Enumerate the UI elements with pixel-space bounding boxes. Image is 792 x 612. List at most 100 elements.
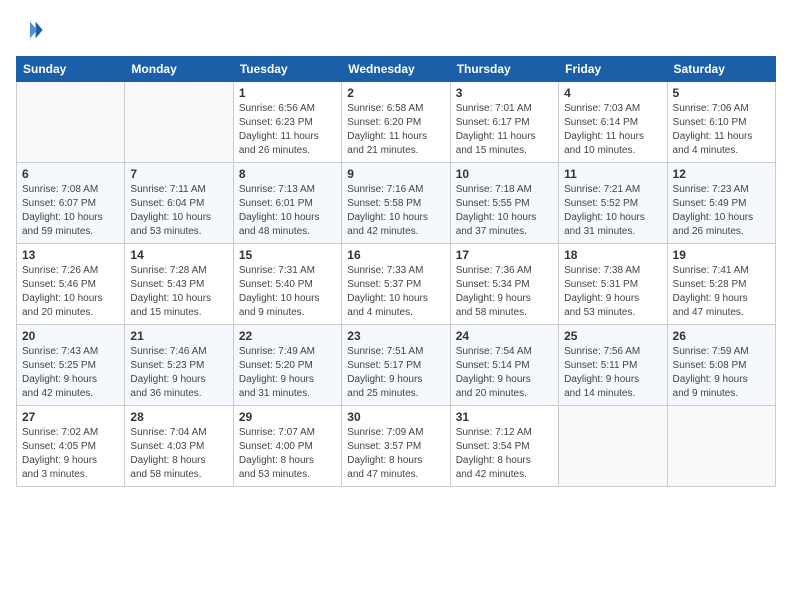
calendar-cell: 26 Sunrise: 7:59 AM Sunset: 5:08 PM Dayli…: [667, 325, 775, 406]
calendar-cell: 30 Sunrise: 7:09 AM Sunset: 3:57 PM Dayli…: [342, 406, 450, 487]
day-number: 17: [456, 248, 553, 262]
calendar-cell: 1 Sunrise: 6:56 AM Sunset: 6:23 PM Daylig…: [233, 82, 341, 163]
day-info: Sunrise: 7:04 AM Sunset: 4:03 PM Dayligh…: [130, 426, 227, 482]
day-info: Sunrise: 7:49 AM Sunset: 5:20 PM Dayligh…: [239, 345, 336, 401]
day-info: Sunrise: 7:51 AM Sunset: 5:17 PM Dayligh…: [347, 345, 444, 401]
calendar-cell: [559, 406, 667, 487]
weekday-header: Monday: [125, 57, 233, 82]
calendar-cell: 25 Sunrise: 7:56 AM Sunset: 5:11 PM Dayli…: [559, 325, 667, 406]
calendar-cell: 14Sunrise: 7:28 AM Sunset: 5:43 PM Dayli…: [125, 244, 233, 325]
calendar-cell: 13 Sunrise: 7:26 AM Sunset: 5:46 PM Dayli…: [17, 244, 125, 325]
day-number: 6: [22, 167, 119, 181]
calendar-cell: 9Sunrise: 7:16 AM Sunset: 5:58 PM Daylig…: [342, 163, 450, 244]
day-number: 31: [456, 410, 553, 424]
day-number: 10: [456, 167, 553, 181]
day-number: 4: [564, 86, 661, 100]
weekday-header: Thursday: [450, 57, 558, 82]
day-info: Sunrise: 7:18 AM Sunset: 5:55 PM Dayligh…: [456, 183, 553, 239]
calendar-cell: 24Sunrise: 7:54 AM Sunset: 5:14 PM Dayli…: [450, 325, 558, 406]
day-info: Sunrise: 7:38 AM Sunset: 5:31 PM Dayligh…: [564, 264, 661, 320]
day-info: Sunrise: 7:11 AM Sunset: 6:04 PM Dayligh…: [130, 183, 227, 239]
day-number: 8: [239, 167, 336, 181]
day-info: Sunrise: 7:28 AM Sunset: 5:43 PM Dayligh…: [130, 264, 227, 320]
calendar-cell: [125, 82, 233, 163]
calendar-table: SundayMondayTuesdayWednesdayThursdayFrid…: [16, 56, 776, 487]
calendar-week-row: 27 Sunrise: 7:02 AM Sunset: 4:05 PM Dayli…: [17, 406, 776, 487]
day-info: Sunrise: 7:13 AM Sunset: 6:01 PM Dayligh…: [239, 183, 336, 239]
calendar-cell: 28 Sunrise: 7:04 AM Sunset: 4:03 PM Dayli…: [125, 406, 233, 487]
weekday-header: Sunday: [17, 57, 125, 82]
day-info: Sunrise: 7:21 AM Sunset: 5:52 PM Dayligh…: [564, 183, 661, 239]
logo: [16, 16, 48, 44]
day-number: 13: [22, 248, 119, 262]
calendar-cell: 4 Sunrise: 7:03 AM Sunset: 6:14 PM Daylig…: [559, 82, 667, 163]
calendar-cell: 10 Sunrise: 7:18 AM Sunset: 5:55 PM Dayli…: [450, 163, 558, 244]
day-number: 16: [347, 248, 444, 262]
calendar-cell: 17 Sunrise: 7:36 AM Sunset: 5:34 PM Dayli…: [450, 244, 558, 325]
day-info: Sunrise: 7:54 AM Sunset: 5:14 PM Dayligh…: [456, 345, 553, 401]
calendar-cell: 18 Sunrise: 7:38 AM Sunset: 5:31 PM Dayli…: [559, 244, 667, 325]
calendar-cell: 19Sunrise: 7:41 AM Sunset: 5:28 PM Dayli…: [667, 244, 775, 325]
calendar-week-row: 6 Sunrise: 7:08 AM Sunset: 6:07 PM Daylig…: [17, 163, 776, 244]
day-number: 23: [347, 329, 444, 343]
calendar-cell: 20 Sunrise: 7:43 AM Sunset: 5:25 PM Dayli…: [17, 325, 125, 406]
day-number: 21: [130, 329, 227, 343]
day-number: 27: [22, 410, 119, 424]
day-info: Sunrise: 7:59 AM Sunset: 5:08 PM Dayligh…: [673, 345, 770, 401]
day-info: Sunrise: 7:09 AM Sunset: 3:57 PM Dayligh…: [347, 426, 444, 482]
day-number: 22: [239, 329, 336, 343]
day-number: 2: [347, 86, 444, 100]
day-number: 25: [564, 329, 661, 343]
day-number: 26: [673, 329, 770, 343]
calendar-cell: 7 Sunrise: 7:11 AM Sunset: 6:04 PM Daylig…: [125, 163, 233, 244]
day-info: Sunrise: 7:36 AM Sunset: 5:34 PM Dayligh…: [456, 264, 553, 320]
day-info: Sunrise: 6:58 AM Sunset: 6:20 PM Dayligh…: [347, 102, 444, 158]
day-number: 11: [564, 167, 661, 181]
day-info: Sunrise: 7:01 AM Sunset: 6:17 PM Dayligh…: [456, 102, 553, 158]
day-info: Sunrise: 7:08 AM Sunset: 6:07 PM Dayligh…: [22, 183, 119, 239]
day-info: Sunrise: 7:02 AM Sunset: 4:05 PM Dayligh…: [22, 426, 119, 482]
day-info: Sunrise: 7:41 AM Sunset: 5:28 PM Dayligh…: [673, 264, 770, 320]
day-info: Sunrise: 7:03 AM Sunset: 6:14 PM Dayligh…: [564, 102, 661, 158]
calendar-cell: 27 Sunrise: 7:02 AM Sunset: 4:05 PM Dayli…: [17, 406, 125, 487]
weekday-header: Tuesday: [233, 57, 341, 82]
day-number: 30: [347, 410, 444, 424]
day-info: Sunrise: 7:07 AM Sunset: 4:00 PM Dayligh…: [239, 426, 336, 482]
calendar-cell: 2 Sunrise: 6:58 AM Sunset: 6:20 PM Daylig…: [342, 82, 450, 163]
day-number: 9: [347, 167, 444, 181]
calendar-header-row: SundayMondayTuesdayWednesdayThursdayFrid…: [17, 57, 776, 82]
day-info: Sunrise: 7:56 AM Sunset: 5:11 PM Dayligh…: [564, 345, 661, 401]
day-number: 28: [130, 410, 227, 424]
day-number: 7: [130, 167, 227, 181]
day-number: 29: [239, 410, 336, 424]
calendar-cell: 21 Sunrise: 7:46 AM Sunset: 5:23 PM Dayli…: [125, 325, 233, 406]
calendar-cell: 22 Sunrise: 7:49 AM Sunset: 5:20 PM Dayli…: [233, 325, 341, 406]
day-number: 20: [22, 329, 119, 343]
calendar-cell: 11 Sunrise: 7:21 AM Sunset: 5:52 PM Dayli…: [559, 163, 667, 244]
calendar-cell: 6 Sunrise: 7:08 AM Sunset: 6:07 PM Daylig…: [17, 163, 125, 244]
calendar-cell: 3 Sunrise: 7:01 AM Sunset: 6:17 PM Daylig…: [450, 82, 558, 163]
day-info: Sunrise: 7:12 AM Sunset: 3:54 PM Dayligh…: [456, 426, 553, 482]
day-info: Sunrise: 6:56 AM Sunset: 6:23 PM Dayligh…: [239, 102, 336, 158]
day-number: 12: [673, 167, 770, 181]
day-number: 15: [239, 248, 336, 262]
calendar-week-row: 20 Sunrise: 7:43 AM Sunset: 5:25 PM Dayli…: [17, 325, 776, 406]
calendar-cell: [667, 406, 775, 487]
day-number: 18: [564, 248, 661, 262]
day-info: Sunrise: 7:43 AM Sunset: 5:25 PM Dayligh…: [22, 345, 119, 401]
logo-icon: [16, 16, 44, 44]
day-number: 3: [456, 86, 553, 100]
day-number: 1: [239, 86, 336, 100]
calendar-cell: 12Sunrise: 7:23 AM Sunset: 5:49 PM Dayli…: [667, 163, 775, 244]
calendar-cell: [17, 82, 125, 163]
day-info: Sunrise: 7:33 AM Sunset: 5:37 PM Dayligh…: [347, 264, 444, 320]
day-info: Sunrise: 7:26 AM Sunset: 5:46 PM Dayligh…: [22, 264, 119, 320]
calendar-cell: 31 Sunrise: 7:12 AM Sunset: 3:54 PM Dayli…: [450, 406, 558, 487]
day-info: Sunrise: 7:46 AM Sunset: 5:23 PM Dayligh…: [130, 345, 227, 401]
calendar-cell: 8 Sunrise: 7:13 AM Sunset: 6:01 PM Daylig…: [233, 163, 341, 244]
day-info: Sunrise: 7:06 AM Sunset: 6:10 PM Dayligh…: [673, 102, 770, 158]
calendar-cell: 15Sunrise: 7:31 AM Sunset: 5:40 PM Dayli…: [233, 244, 341, 325]
calendar-cell: 23 Sunrise: 7:51 AM Sunset: 5:17 PM Dayli…: [342, 325, 450, 406]
page-header: [16, 16, 776, 44]
calendar-cell: 29 Sunrise: 7:07 AM Sunset: 4:00 PM Dayli…: [233, 406, 341, 487]
